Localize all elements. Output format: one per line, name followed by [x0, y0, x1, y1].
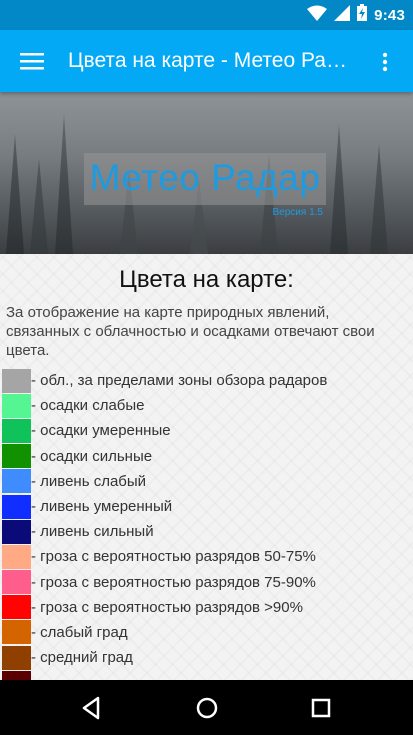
legend-item: - осадки слабые	[2, 393, 411, 418]
navigation-bar	[0, 680, 413, 735]
legend-label: - осадки сильные	[31, 447, 153, 465]
legend-swatch	[2, 595, 31, 620]
legend-item: - обл., за пределами зоны обзора радаров	[2, 368, 411, 393]
legend-item: - ливень слабый	[2, 469, 411, 494]
hero-title: Метео Радар	[89, 157, 321, 198]
legend-label: - обл., за пределами зоны обзора радаров	[31, 372, 328, 390]
legend-item: - гроза с вероятностью разрядов 75-90%	[2, 570, 411, 595]
legend-item: - слабый град	[2, 620, 411, 645]
legend-label: - слабый град	[31, 623, 128, 641]
legend-label: - ливень слабый	[31, 472, 147, 490]
legend-item: - осадки сильные	[2, 444, 411, 469]
app-title: Цвета на карте - Метео Радар	[68, 49, 358, 72]
legend-swatch	[2, 620, 31, 645]
legend-swatch	[2, 444, 31, 469]
legend-swatch	[2, 494, 31, 519]
legend-label: - гроза с вероятностью разрядов 75-90%	[31, 573, 316, 591]
legend-swatch	[2, 418, 31, 443]
legend-label: - гроза с вероятностью разрядов >90%	[31, 598, 303, 616]
status-time: 9:43	[374, 6, 405, 24]
status-bar: 9:43	[0, 0, 413, 30]
legend-item: - гроза с вероятностью разрядов 50-75%	[2, 544, 411, 569]
app-bar: Цвета на карте - Метео Радар	[0, 30, 413, 92]
content-intro: За отображение на карте природных явлени…	[6, 304, 375, 359]
legend-swatch	[2, 469, 31, 494]
legend-label: - осадки умеренные	[31, 422, 171, 440]
version-label: Версия 1.5	[272, 207, 323, 218]
status-icons: 9:43	[307, 4, 405, 26]
back-triangle-icon[interactable]	[78, 694, 106, 722]
legend-label: - ливень сильный	[31, 523, 154, 541]
content-area[interactable]: Цвета на карте: За отображение на карте …	[0, 254, 413, 680]
legend-label: - гроза с вероятностью разрядов 50-75%	[31, 548, 316, 566]
legend-swatch	[2, 645, 31, 670]
legend-swatch	[2, 544, 31, 569]
battery-charging-icon	[357, 4, 368, 26]
legend-swatch	[2, 519, 31, 544]
recents-square-icon[interactable]	[307, 694, 335, 722]
legend-item: - гроза с вероятностью разрядов >90%	[2, 595, 411, 620]
legend-label: - средний град	[31, 649, 133, 667]
legend-swatch	[2, 570, 31, 595]
home-circle-icon[interactable]	[193, 694, 221, 722]
legend-swatch	[2, 670, 31, 680]
legend-label: - ливень умеренный	[31, 498, 173, 516]
signal-icon	[334, 4, 351, 26]
more-vert-icon[interactable]	[373, 50, 397, 74]
legend-label: - осадки слабые	[31, 397, 145, 415]
hero-banner: Метео Радар Версия 1.5	[0, 92, 413, 254]
legend-item: - средний град	[2, 645, 411, 670]
legend-item: - осадки умеренные	[2, 418, 411, 443]
color-legend: - обл., за пределами зоны обзора радаров…	[2, 368, 411, 680]
legend-item: - ливень умеренный	[2, 494, 411, 519]
legend-swatch	[2, 393, 31, 418]
legend-item: - ливень сильный	[2, 519, 411, 544]
wifi-icon	[307, 5, 328, 26]
content-heading: Цвета на карте:	[119, 266, 294, 293]
legend-swatch	[2, 368, 31, 393]
hamburger-menu-icon[interactable]	[18, 49, 46, 73]
legend-item	[2, 670, 411, 680]
